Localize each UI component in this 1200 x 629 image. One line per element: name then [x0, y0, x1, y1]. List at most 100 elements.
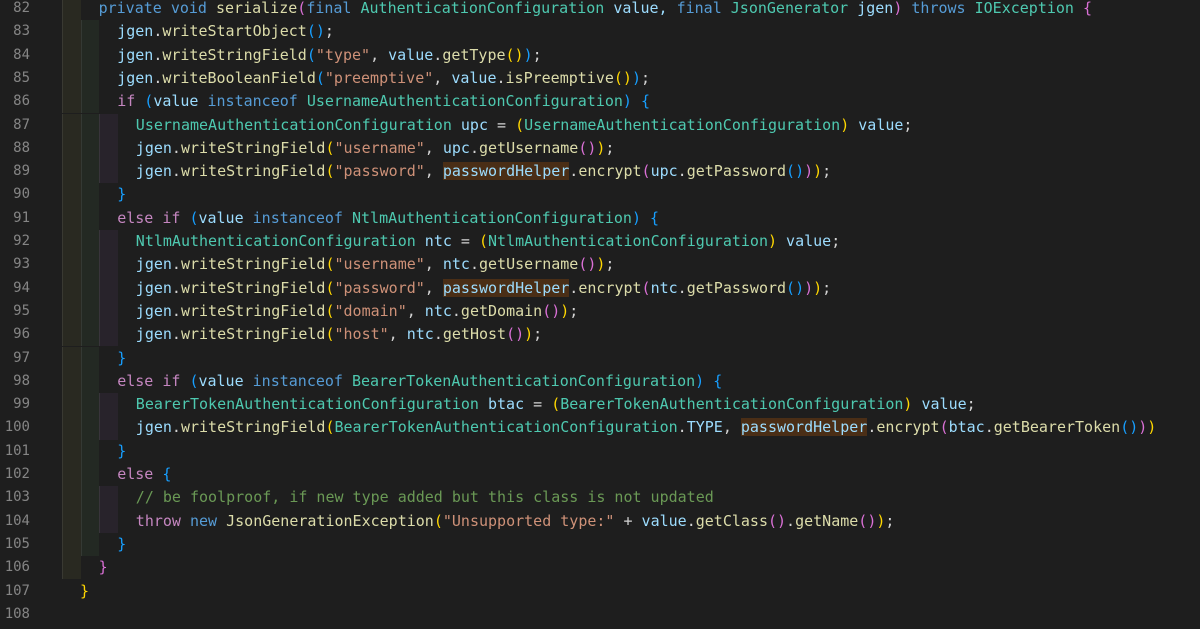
- code-token: ): [695, 371, 705, 390]
- code-token: +: [614, 511, 642, 530]
- code-text[interactable]: UsernameAuthenticationConfiguration upc …: [136, 114, 913, 137]
- code-line[interactable]: 90}: [0, 183, 1200, 207]
- code-token: (): [858, 511, 877, 530]
- line-number: 105: [4, 535, 30, 552]
- code-text[interactable]: jgen.writeBooleanField("preemptive", val…: [117, 67, 650, 90]
- code-line[interactable]: 102 else {: [0, 463, 1200, 487]
- code-text[interactable]: NtlmAuthenticationConfiguration ntc = (N…: [136, 230, 840, 253]
- code-text[interactable]: jgen.writeStringField("username", ntc.ge…: [136, 253, 615, 276]
- code-token: getDomain: [460, 301, 543, 320]
- code-line[interactable]: 98 else if (value instanceof BearerTokenA…: [0, 369, 1200, 394]
- code-line[interactable]: 87 UsernameAuthenticationConfiguration up…: [0, 113, 1200, 138]
- code-text[interactable]: }: [117, 440, 126, 463]
- code-text[interactable]: jgen.writeStringField("username", upc.ge…: [136, 137, 615, 160]
- code-text[interactable]: if (value instanceof UsernameAuthenticat…: [117, 90, 650, 113]
- code-text[interactable]: }: [117, 347, 126, 370]
- highlighted-token: passwordHelper: [442, 278, 570, 297]
- code-text[interactable]: throw new JsonGenerationException("Unsup…: [136, 510, 895, 533]
- code-line[interactable]: 106}: [0, 556, 1200, 580]
- code-token: (: [641, 278, 651, 297]
- code-token: (: [515, 115, 525, 134]
- code-line[interactable]: 96 jgen.writeStringField("host", ntc.getH…: [0, 323, 1200, 347]
- code-token: =: [451, 232, 479, 250]
- code-line[interactable]: 84 jgen.writeStringField("type", value.ge…: [0, 43, 1200, 68]
- code-line[interactable]: 85 jgen.writeBooleanField("preemptive", v…: [0, 66, 1200, 91]
- highlighted-token: passwordHelper: [740, 418, 868, 437]
- code-token: (): [578, 255, 597, 274]
- code-line[interactable]: 100 jgen.writeStringField(BearerTokenAuth…: [0, 416, 1200, 440]
- code-token: .: [569, 278, 579, 297]
- code-line[interactable]: 92 NtlmAuthenticationConfiguration ntc = …: [0, 230, 1200, 254]
- code-line[interactable]: 101}: [0, 439, 1200, 464]
- code-text[interactable]: jgen.writeStringField("password", passwo…: [136, 160, 831, 183]
- code-text[interactable]: jgen.writeStringField("password", passwo…: [136, 277, 831, 300]
- line-number: 83: [13, 23, 30, 40]
- code-token: UsernameAuthenticationConfiguration: [306, 92, 623, 111]
- code-line[interactable]: 93 jgen.writeStringField("username", ntc.…: [0, 253, 1200, 277]
- code-token: (): [306, 22, 325, 41]
- code-text[interactable]: jgen.writeStringField("type", value.getT…: [117, 44, 541, 67]
- code-text[interactable]: }: [99, 556, 108, 579]
- code-line[interactable]: 99 BearerTokenAuthenticationConfiguration…: [0, 393, 1200, 417]
- code-token: else: [117, 371, 154, 390]
- code-line[interactable]: 82 private void serialize(final Authentic…: [0, 0, 1200, 21]
- code-line[interactable]: 89 jgen.writeStringField("password", pass…: [0, 160, 1200, 184]
- code-text[interactable]: }: [80, 580, 89, 603]
- code-token: ): [524, 325, 534, 344]
- code-line[interactable]: 103 // be foolproof, if new type added bu…: [0, 486, 1200, 510]
- indent-guide: [80, 346, 100, 371]
- code-token: "password": [334, 278, 425, 297]
- code-text[interactable]: else {: [117, 463, 171, 486]
- code-line[interactable]: 91 else if (value instanceof NtlmAuthenti…: [0, 206, 1200, 231]
- code-token: "username": [334, 255, 425, 274]
- code-token: ;: [605, 138, 615, 157]
- code-token: BearerTokenAuthenticationConfiguration: [352, 371, 696, 390]
- code-text[interactable]: private void serialize(final Authenticat…: [99, 0, 1092, 20]
- code-token: .: [171, 138, 181, 157]
- code-token: }: [117, 185, 127, 204]
- code-token: jgen: [135, 301, 172, 320]
- code-line[interactable]: 83 jgen.writeStartObject();: [0, 20, 1200, 44]
- code-token: JsonGenerator: [730, 0, 849, 17]
- code-text[interactable]: jgen.writeStartObject();: [117, 20, 334, 43]
- code-token: writeStringField: [180, 138, 326, 157]
- code-text[interactable]: jgen.writeStringField(BearerTokenAuthent…: [136, 416, 1156, 439]
- code-line[interactable]: 88 jgen.writeStringField("username", upc.…: [0, 136, 1200, 161]
- code-text[interactable]: jgen.writeStringField("host", ntc.getHos…: [136, 323, 542, 346]
- code-token: ,: [406, 301, 425, 320]
- code-line[interactable]: 95 jgen.writeStringField("domain", ntc.ge…: [0, 299, 1200, 324]
- indent-guide: [80, 20, 100, 44]
- indent-guide: [62, 136, 81, 161]
- code-text[interactable]: else if (value instanceof BearerTokenAut…: [117, 370, 722, 393]
- indent-guide: [62, 532, 81, 557]
- code-token: writeStringField: [180, 162, 326, 181]
- code-token: writeStringField: [180, 325, 326, 344]
- code-text[interactable]: // be foolproof, if new type added but t…: [136, 486, 714, 509]
- code-token: ,: [370, 45, 389, 64]
- code-token: ,: [424, 255, 443, 274]
- code-line[interactable]: 86 if (value instanceof UsernameAuthentic…: [0, 90, 1200, 114]
- code-text[interactable]: }: [117, 183, 126, 206]
- indent-guide: [80, 393, 100, 417]
- code-token: serialize: [216, 0, 298, 17]
- code-text[interactable]: }: [117, 533, 126, 556]
- code-line[interactable]: 104 throw new JsonGenerationException("Un…: [0, 509, 1200, 534]
- code-text[interactable]: jgen.writeStringField("domain", ntc.getD…: [136, 300, 579, 323]
- code-line[interactable]: 97}: [0, 346, 1200, 371]
- code-line[interactable]: 94 jgen.writeStringField("password", pass…: [0, 276, 1200, 301]
- indent-guide: [62, 486, 81, 510]
- code-token: AuthenticationConfiguration: [360, 0, 605, 17]
- code-line[interactable]: 108: [0, 603, 1200, 626]
- code-token: BearerTokenAuthenticationConfiguration: [135, 395, 479, 414]
- code-line[interactable]: 105}: [0, 532, 1200, 557]
- code-token: ): [622, 92, 632, 111]
- code-token: {: [1083, 0, 1093, 17]
- code-text[interactable]: BearerTokenAuthenticationConfiguration b…: [136, 393, 976, 416]
- code-line[interactable]: 107}: [0, 580, 1200, 603]
- code-editor[interactable]: 82 private void serialize(final Authentic…: [0, 0, 1200, 629]
- code-text[interactable]: else if (value instanceof NtlmAuthentica…: [117, 207, 659, 230]
